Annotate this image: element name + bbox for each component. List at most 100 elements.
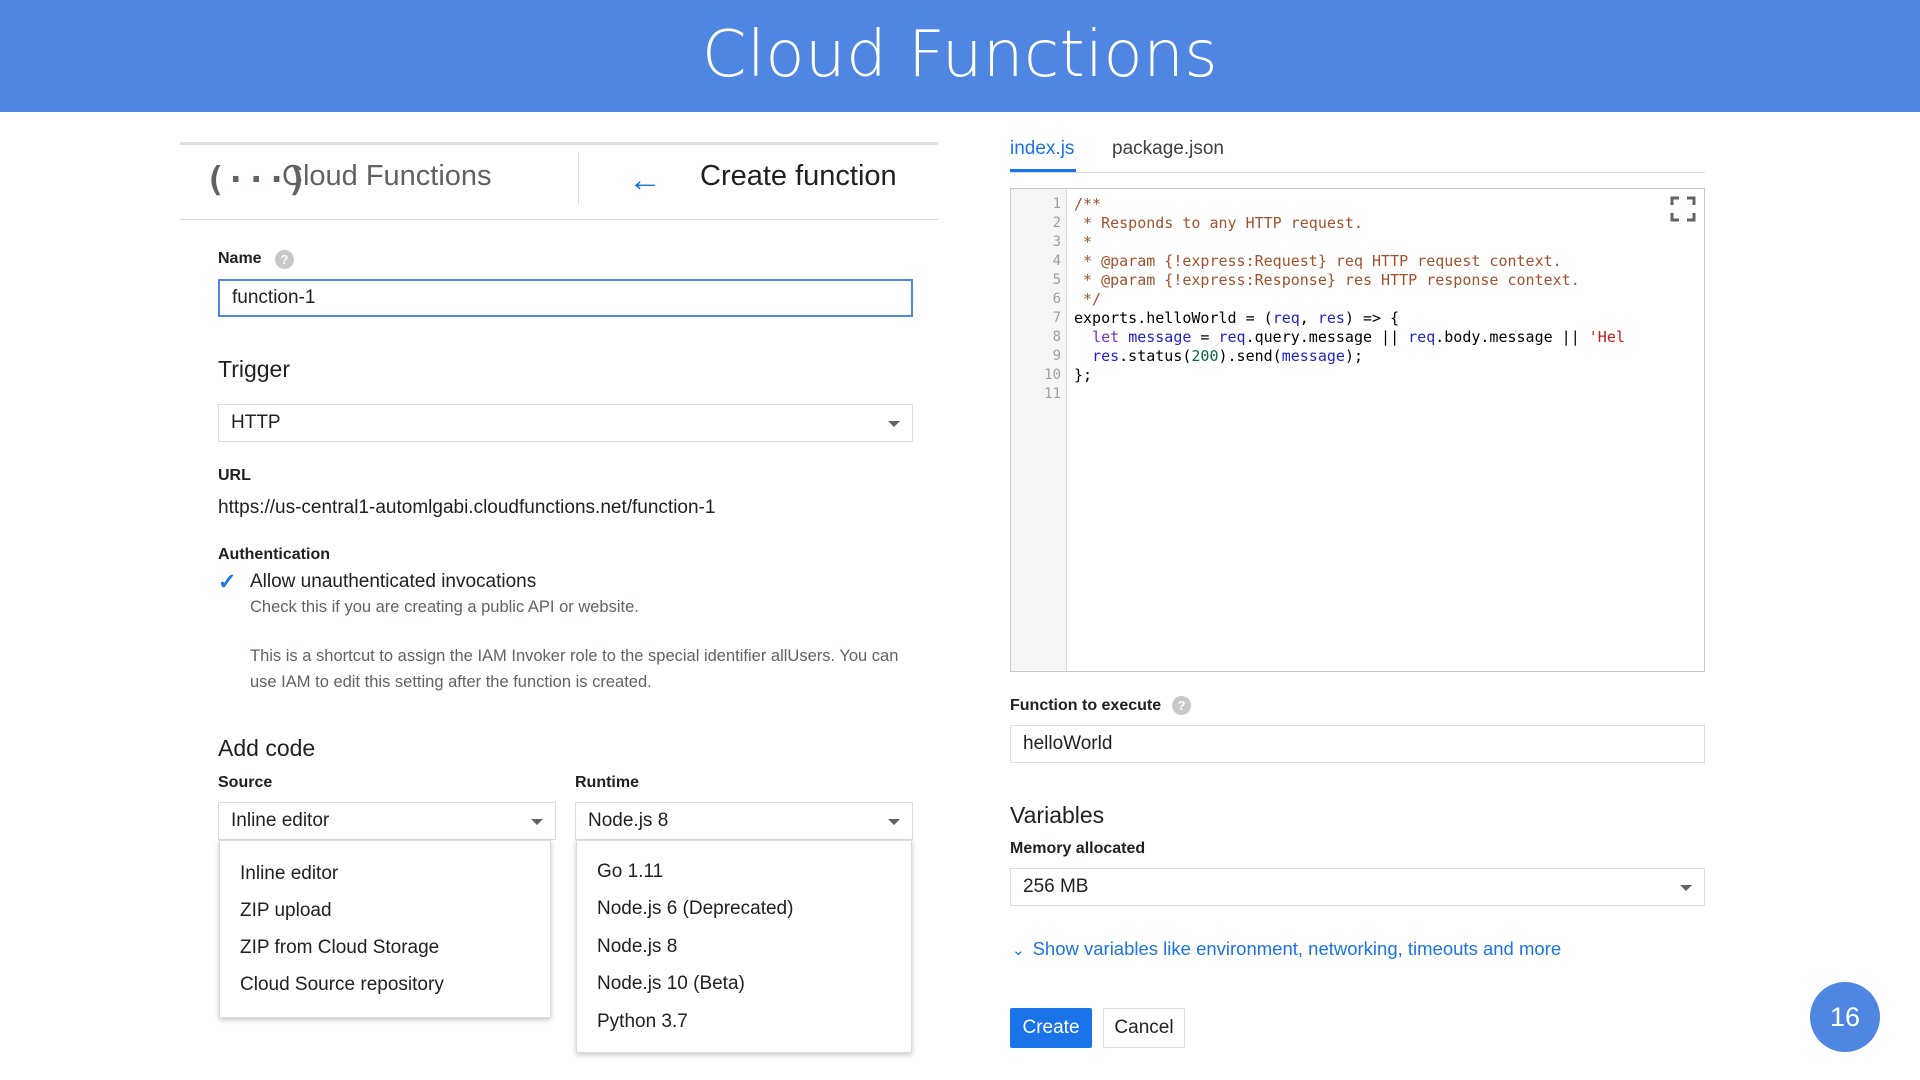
trigger-heading: Trigger	[218, 356, 290, 382]
code-token: req	[1408, 328, 1436, 346]
code-token: req	[1218, 328, 1246, 346]
line-number: 11	[1044, 386, 1061, 402]
help-icon[interactable]: ?	[275, 250, 294, 269]
runtime-select[interactable]: Node.js 8	[575, 802, 913, 840]
show-more-variables-link[interactable]: ⌄ Show variables like environment, networ…	[1012, 938, 1561, 960]
source-option-inline-editor[interactable]: Inline editor	[240, 863, 338, 885]
source-dropdown-menu: Inline editor ZIP upload ZIP from Cloud …	[219, 840, 551, 1018]
memory-value: 256 MB	[1023, 876, 1089, 897]
code-token: res	[1317, 309, 1345, 327]
authentication-label: Authentication	[218, 546, 330, 563]
allow-unauthenticated-label[interactable]: Allow unauthenticated invocations	[250, 571, 536, 593]
tabs-divider	[1010, 172, 1705, 173]
product-name[interactable]: Cloud Functions	[282, 160, 492, 193]
runtime-option-node10[interactable]: Node.js 10 (Beta)	[597, 973, 745, 995]
line-number: 7	[1052, 310, 1061, 326]
source-select[interactable]: Inline editor	[218, 802, 556, 840]
function-to-execute-input[interactable]: helloWorld	[1010, 725, 1705, 763]
code-token: =	[1191, 328, 1219, 346]
name-input[interactable]: function-1	[218, 279, 913, 317]
caret-down-icon	[531, 819, 543, 825]
add-code-heading: Add code	[218, 735, 316, 761]
auth-hint: Check this if you are creating a public …	[250, 598, 639, 616]
url-value: https://us-central1-automlgabi.cloudfunc…	[218, 497, 716, 518]
code-token: res	[1092, 347, 1120, 365]
caret-down-icon	[1680, 885, 1692, 891]
variables-heading: Variables	[1010, 802, 1105, 828]
code-line: /**	[1074, 195, 1102, 213]
auth-note: This is a shortcut to assign the IAM Inv…	[250, 647, 899, 691]
code-token: ).send(	[1218, 347, 1282, 365]
trigger-select[interactable]: HTTP	[218, 404, 913, 442]
tab-package-json[interactable]: package.json	[1112, 138, 1224, 160]
code-line: exports.helloWorld = (req, res) => {	[1074, 309, 1399, 327]
code-line: */	[1074, 290, 1102, 308]
cancel-button[interactable]: Cancel	[1103, 1008, 1185, 1048]
code-token: .status(	[1119, 347, 1192, 365]
runtime-value: Node.js 8	[588, 810, 669, 831]
code-line: * Responds to any HTTP request.	[1074, 214, 1363, 232]
line-number: 10	[1044, 367, 1061, 383]
active-tab-indicator	[1010, 169, 1076, 172]
code-line: * @param {!express:Request} req HTTP req…	[1074, 252, 1562, 270]
line-number: 9	[1052, 348, 1061, 364]
code-line: * @param {!express:Response} res HTTP re…	[1074, 271, 1580, 289]
cloud-functions-logo-icon: (···)	[205, 160, 308, 200]
code-line: };	[1074, 366, 1093, 384]
runtime-option-go[interactable]: Go 1.11	[597, 861, 663, 883]
slide-title: Cloud Functions	[701, 18, 1219, 92]
line-number: 2	[1052, 215, 1061, 231]
code-token: 'Hel	[1588, 328, 1625, 346]
header-divider	[578, 152, 579, 204]
code-line: *	[1074, 233, 1093, 251]
code-line: res.status(200).send(message);	[1074, 347, 1363, 365]
code-token: ) => {	[1344, 309, 1400, 327]
caret-down-icon	[888, 421, 900, 427]
source-option-zip-cloud-storage[interactable]: ZIP from Cloud Storage	[240, 937, 439, 959]
runtime-dropdown-menu: Go 1.11 Node.js 6 (Deprecated) Node.js 8…	[576, 840, 912, 1053]
code-line: let message = req.query.message || req.b…	[1074, 328, 1704, 346]
trigger-value: HTTP	[231, 412, 281, 433]
chevron-down-icon: ⌄	[1012, 942, 1025, 959]
code-token: req	[1272, 309, 1300, 327]
source-option-cloud-source-repo[interactable]: Cloud Source repository	[240, 974, 444, 996]
line-number: 4	[1052, 253, 1061, 269]
line-number: 3	[1052, 234, 1061, 250]
code-token: ,	[1299, 309, 1318, 327]
create-button[interactable]: Create	[1010, 1008, 1092, 1048]
slide-number-badge: 16	[1810, 982, 1880, 1052]
tab-index-js[interactable]: index.js	[1010, 138, 1074, 160]
code-token: .body.message ||	[1435, 328, 1589, 346]
code-token: );	[1344, 347, 1363, 365]
code-token: let	[1092, 328, 1120, 346]
checkbox-checked-icon[interactable]: ✓	[218, 571, 238, 593]
line-number: 6	[1052, 291, 1061, 307]
name-label: Name	[218, 250, 262, 267]
source-label: Source	[218, 774, 273, 791]
function-to-execute-label: Function to execute	[1010, 697, 1162, 714]
runtime-option-python[interactable]: Python 3.7	[597, 1011, 688, 1033]
code-token: exports.helloWorld = (	[1074, 309, 1273, 327]
code-token: 200	[1191, 347, 1219, 365]
runtime-option-node8[interactable]: Node.js 8	[597, 936, 677, 958]
arrow-left-icon[interactable]: ←	[628, 156, 668, 204]
caret-down-icon	[888, 819, 900, 825]
code-token: .query.message ||	[1245, 328, 1409, 346]
source-value: Inline editor	[231, 810, 330, 831]
runtime-option-node6[interactable]: Node.js 6 (Deprecated)	[597, 898, 793, 920]
memory-allocated-label: Memory allocated	[1010, 840, 1146, 857]
help-icon[interactable]: ?	[1172, 696, 1191, 715]
line-number: 5	[1052, 272, 1061, 288]
fullscreen-icon[interactable]	[1670, 196, 1696, 222]
memory-allocated-select[interactable]: 256 MB	[1010, 868, 1705, 906]
runtime-label: Runtime	[575, 774, 639, 791]
show-more-variables-label: Show variables like environment, network…	[1032, 938, 1562, 959]
page-title: Create function	[700, 160, 897, 192]
source-option-zip-upload[interactable]: ZIP upload	[240, 900, 332, 922]
code-token: message	[1281, 347, 1345, 365]
code-token: message	[1128, 328, 1192, 346]
line-number: 8	[1052, 329, 1061, 345]
